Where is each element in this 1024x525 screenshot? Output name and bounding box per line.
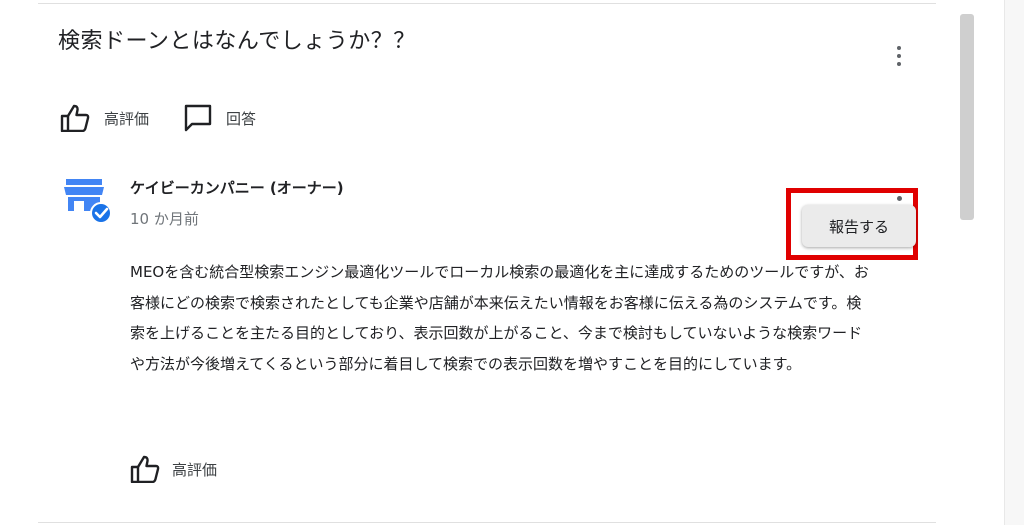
answer-like-button[interactable]: 高評価 (130, 455, 217, 483)
answer-text: MEOを含む統合型検索エンジン最適化ツールでローカル検索の最適化を主に達成するた… (130, 263, 869, 373)
report-button[interactable]: 報告する (802, 205, 916, 247)
question-answer-button[interactable]: 回答 (184, 104, 256, 132)
answer-menu-dot (897, 196, 902, 201)
question-answer-label: 回答 (226, 109, 257, 128)
background-page-edge (1004, 0, 1024, 525)
answer-timestamp: 10 か月前 (130, 210, 199, 228)
owner-name: ケイビーカンパニー (オーナー) (130, 179, 344, 197)
thumb-up-icon (60, 104, 90, 132)
more-options-button[interactable] (886, 42, 912, 70)
question-title: 検索ドーンとはなんでしょうか？？ (58, 29, 416, 54)
question-like-label: 高評価 (104, 109, 150, 128)
thumb-up-icon (130, 455, 160, 483)
scrollbar-thumb[interactable] (960, 14, 974, 220)
more-vert-icon (897, 46, 901, 50)
question-like-button[interactable]: 高評価 (60, 104, 149, 132)
comment-icon (184, 104, 212, 132)
answer-like-label: 高評価 (172, 460, 218, 479)
bottom-divider (38, 522, 936, 523)
top-divider (38, 3, 936, 4)
store-verified-icon (64, 179, 112, 224)
